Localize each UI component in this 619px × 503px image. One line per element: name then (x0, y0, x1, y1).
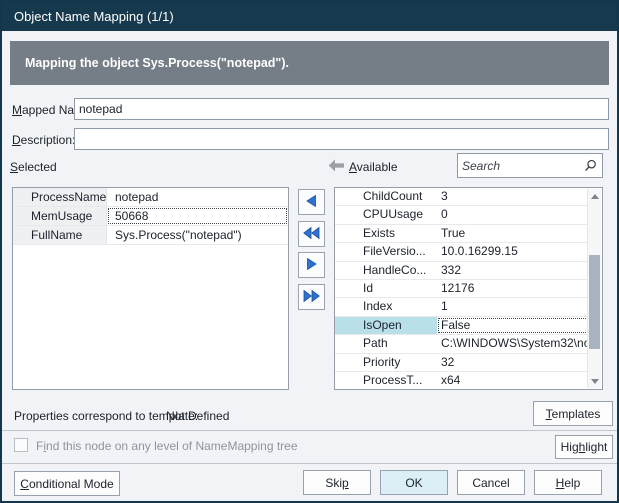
description-field-frame (74, 128, 609, 150)
mapped-name-input[interactable] (75, 99, 608, 119)
description-label: Description: (12, 132, 75, 148)
table-row[interactable]: Priority32 (335, 354, 589, 372)
scroll-down-icon[interactable] (588, 374, 601, 388)
property-name-cell: Priority (335, 354, 437, 371)
table-row[interactable]: ProcessName notepad (13, 188, 288, 207)
property-value-cell: 10.0.16299.15 (437, 243, 589, 260)
table-row[interactable]: MemUsage 50668 (13, 207, 288, 226)
scrollbar-thumb[interactable] (589, 255, 600, 349)
move-to-selected-arrow-icon (328, 159, 345, 175)
property-name-cell: HandleCo... (335, 262, 437, 279)
mapping-banner: Mapping the object Sys.Process("notepad"… (10, 41, 609, 85)
table-row[interactable]: PathC:\WINDOWS\System32\note... (335, 335, 589, 353)
object-name-mapping-dialog: Object Name Mapping (1/1) Mapping the ob… (0, 0, 619, 503)
property-value-cell: x64 (437, 372, 589, 389)
property-value-cell[interactable]: False (437, 317, 589, 334)
double-triangle-left-icon (303, 227, 320, 242)
table-row[interactable]: HandleCo...332 (335, 262, 589, 280)
title-bar[interactable]: Object Name Mapping (1/1) (2, 2, 617, 31)
table-row[interactable]: Index1 (335, 298, 589, 316)
move-left-button[interactable] (298, 189, 325, 215)
property-name-cell: ProcessT... (335, 372, 437, 389)
selected-properties-list: ProcessName notepad MemUsage 50668 FullN… (12, 187, 289, 390)
template-status-value: Not Defined (166, 408, 229, 424)
property-value-cell: 3 (437, 188, 589, 205)
property-value-cell[interactable]: 50668 (107, 207, 288, 225)
property-value-cell: Sys.Process("notepad") (107, 226, 288, 244)
vertical-scrollbar[interactable] (587, 189, 601, 388)
property-value-cell: C:\WINDOWS\System32\note... (437, 335, 589, 352)
table-row[interactable]: Id12176 (335, 280, 589, 298)
templates-button[interactable]: Templates (533, 401, 613, 426)
search-input[interactable] (458, 154, 584, 177)
property-name-cell: Id (335, 280, 437, 297)
property-name-cell: ChildCount (335, 188, 437, 205)
help-button[interactable]: Help (534, 470, 602, 495)
divider (2, 463, 617, 464)
cancel-button[interactable]: Cancel (457, 470, 525, 495)
mapped-name-field-frame (74, 98, 609, 120)
property-name-cell: Path (335, 335, 437, 352)
table-row-selected[interactable]: IsOpenFalse (335, 317, 589, 335)
triangle-left-icon (306, 195, 317, 210)
move-all-left-button[interactable] (298, 221, 325, 247)
window-title: Object Name Mapping (1/1) (14, 9, 174, 24)
description-input[interactable] (75, 129, 608, 149)
find-node-checkbox-label: Find this node on any level of NameMappi… (36, 438, 298, 454)
highlight-button[interactable]: Highlight (555, 435, 613, 459)
table-row[interactable]: ChildCount3 (335, 188, 589, 206)
property-name-cell: ProcessName (13, 188, 107, 206)
scroll-up-icon[interactable] (588, 189, 601, 203)
table-row[interactable]: ExistsTrue (335, 225, 589, 243)
search-box (457, 153, 603, 178)
find-node-checkbox[interactable] (14, 438, 28, 452)
property-value-cell: 1 (437, 298, 589, 315)
property-name-cell: CPUUsage (335, 206, 437, 223)
property-name-cell: MemUsage (13, 207, 107, 225)
property-name-cell: Index (335, 298, 437, 315)
skip-button[interactable]: Skip (303, 470, 371, 495)
property-value-cell: notepad (107, 188, 288, 206)
property-value-cell: 32 (437, 354, 589, 371)
divider (2, 430, 617, 431)
property-name-cell: IsOpen (335, 317, 437, 334)
table-row[interactable]: ProcessT...x64 (335, 372, 589, 390)
available-properties-list: ChildCount3 CPUUsage0 ExistsTrue FileVer… (334, 187, 603, 390)
property-name-cell: Exists (335, 225, 437, 242)
move-right-button[interactable] (298, 252, 325, 278)
table-row[interactable]: CPUUsage0 (335, 206, 589, 224)
property-name-cell: FileVersio... (335, 243, 437, 260)
available-label: Available (349, 159, 398, 175)
conditional-mode-button[interactable]: Conditional Mode (14, 471, 120, 496)
selected-label: Selected (10, 159, 57, 175)
triangle-right-icon (306, 258, 317, 273)
property-name-cell: FullName (13, 226, 107, 244)
double-triangle-right-icon (303, 290, 320, 305)
property-value-cell: True (437, 225, 589, 242)
property-value-cell: 0 (437, 206, 589, 223)
property-value-cell: 12176 (437, 280, 589, 297)
ok-button[interactable]: OK (380, 470, 448, 495)
table-row[interactable]: FullName Sys.Process("notepad") (13, 226, 288, 245)
banner-text: Mapping the object Sys.Process("notepad"… (25, 56, 289, 70)
property-value-cell: 332 (437, 262, 589, 279)
search-icon[interactable] (584, 159, 602, 172)
move-all-right-button[interactable] (298, 284, 325, 310)
table-row[interactable]: FileVersio...10.0.16299.15 (335, 243, 589, 261)
